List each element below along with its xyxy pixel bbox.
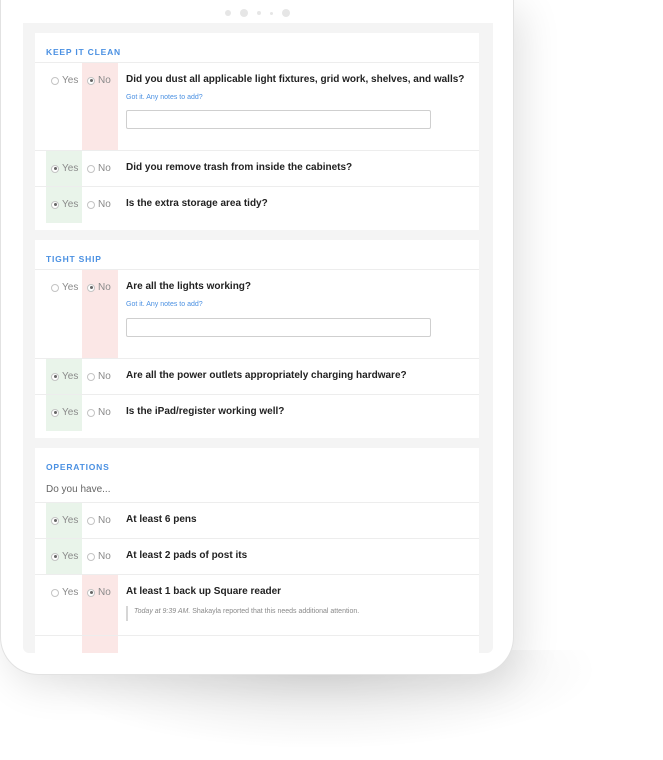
section-title: KEEP IT CLEAN	[46, 47, 121, 57]
no-radio[interactable]: No	[87, 551, 111, 562]
comment-text: Shakayla reported that this needs additi…	[190, 608, 360, 615]
notes-prompt: Got it. Any notes to add?	[126, 301, 203, 308]
radio-selected-icon	[87, 588, 95, 597]
radio-icon	[51, 76, 59, 85]
no-radio[interactable]: No	[87, 515, 111, 526]
camera-bezel	[1, 6, 513, 20]
question-text: Is the extra storage area tidy?	[126, 198, 268, 209]
comment-note: Today at 9:39 AM. Shakayla reported that…	[126, 606, 359, 621]
checklist-item-partial	[35, 635, 479, 653]
radio-icon	[87, 516, 95, 525]
radio-selected-icon	[51, 200, 59, 209]
checklist-item: Yes No At least 6 pens	[35, 502, 479, 539]
radio-selected-icon	[51, 372, 59, 381]
notes-input[interactable]	[126, 318, 431, 337]
yes-radio[interactable]: Yes	[51, 587, 78, 598]
yes-radio[interactable]: Yes	[51, 551, 78, 562]
comment-timestamp: Today at 9:39 AM.	[134, 608, 191, 615]
section-title: OPERATIONS	[46, 462, 110, 472]
yes-radio[interactable]: Yes	[51, 371, 78, 382]
radio-selected-icon	[51, 516, 59, 525]
no-radio[interactable]: No	[87, 407, 111, 418]
question-text: At least 1 back up Square reader	[126, 586, 282, 597]
yes-radio[interactable]: Yes	[51, 515, 78, 526]
section-tight-ship: TIGHT SHIP Yes No Are all the lights wor…	[35, 240, 479, 438]
question-text: Are all the lights working?	[126, 281, 252, 292]
section-operations: OPERATIONS Do you have... Yes No At leas…	[35, 448, 479, 653]
radio-icon	[87, 200, 95, 209]
notes-prompt: Got it. Any notes to add?	[126, 94, 203, 101]
checklist-item: Yes No Is the extra storage area tidy?	[35, 186, 479, 231]
yes-radio[interactable]: Yes	[51, 199, 78, 210]
checklist-item: Yes No Did you remove trash from inside …	[35, 150, 479, 187]
radio-icon	[51, 588, 59, 597]
yes-radio[interactable]: Yes	[51, 282, 78, 293]
no-radio[interactable]: No	[87, 371, 111, 382]
radio-icon	[87, 164, 95, 173]
no-radio[interactable]: No	[87, 587, 111, 598]
checklist-screen[interactable]: KEEP IT CLEAN Yes No Did you dust all ap…	[23, 23, 493, 653]
question-text: Did you dust all applicable light fixtur…	[126, 74, 465, 85]
checklist-item: Yes No Is the iPad/register working well…	[35, 394, 479, 439]
bezel-dot	[269, 11, 273, 15]
radio-selected-icon	[87, 283, 95, 292]
checklist-item: Yes No At least 2 pads of post its	[35, 538, 479, 575]
radio-icon	[87, 372, 95, 381]
section-subtitle: Do you have...	[46, 484, 111, 495]
bezel-dot	[239, 9, 248, 17]
bezel-dot	[256, 11, 261, 15]
section-title: TIGHT SHIP	[46, 254, 102, 264]
radio-icon	[87, 552, 95, 561]
no-radio[interactable]: No	[87, 75, 111, 86]
camera-icon	[281, 9, 290, 17]
radio-selected-icon	[51, 164, 59, 173]
question-text: Is the iPad/register working well?	[126, 406, 285, 417]
notes-input[interactable]	[126, 110, 431, 129]
yes-radio[interactable]: Yes	[51, 407, 78, 418]
no-radio[interactable]: No	[87, 163, 111, 174]
question-text: Are all the power outlets appropriately …	[126, 370, 407, 381]
checklist-item: Yes No Are all the power outlets appropr…	[35, 358, 479, 395]
no-radio[interactable]: No	[87, 199, 111, 210]
yes-radio[interactable]: Yes	[51, 75, 78, 86]
checklist-item: Yes No Did you dust all applicable light…	[35, 62, 479, 151]
no-radio[interactable]: No	[87, 282, 111, 293]
radio-selected-icon	[51, 552, 59, 561]
question-text: At least 6 pens	[126, 514, 197, 525]
bezel-dot	[224, 10, 231, 16]
radio-selected-icon	[87, 76, 95, 85]
radio-icon	[87, 408, 95, 417]
radio-selected-icon	[51, 408, 59, 417]
question-text: Did you remove trash from inside the cab…	[126, 162, 353, 173]
question-text: At least 2 pads of post its	[126, 550, 248, 561]
yes-radio[interactable]: Yes	[51, 163, 78, 174]
checklist-item: Yes No Are all the lights working? Got i…	[35, 269, 479, 359]
checklist-item: Yes No At least 1 back up Square reader …	[35, 574, 479, 636]
no-highlight	[82, 636, 118, 653]
radio-icon	[51, 283, 59, 292]
tablet-device: KEEP IT CLEAN Yes No Did you dust all ap…	[0, 0, 514, 675]
section-keep-it-clean: KEEP IT CLEAN Yes No Did you dust all ap…	[35, 33, 479, 230]
no-highlight	[82, 575, 118, 636]
